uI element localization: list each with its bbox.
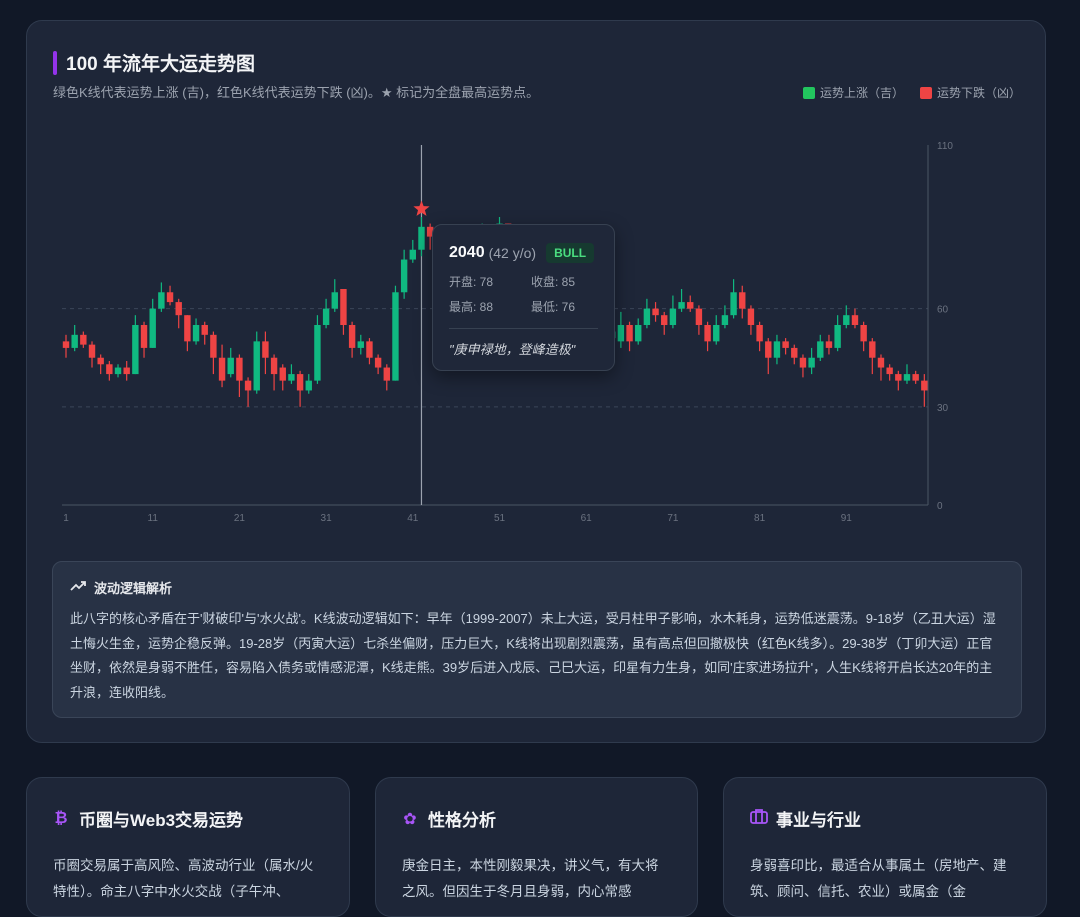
personality-card-text: 庚金日主，本性刚毅果决，讲义气，有大将之风。但因生于冬月且身弱，内心常感 [402, 853, 671, 905]
title-accent-bar [53, 51, 57, 75]
tooltip-quote: "庚申禄地，登峰造极" [449, 339, 598, 358]
career-card-title: 事业与行业 [776, 806, 861, 831]
legend-up-label: 运势上涨（吉） [820, 86, 904, 100]
tooltip-close: 收盘: 85 [531, 273, 613, 290]
legend-down-label: 运势下跌（凶） [937, 86, 1021, 100]
chart-card: 100 年流年大运走势图 绿色K线代表运势上涨 (吉)，红色K线代表运势下跌 (… [26, 20, 1046, 743]
tooltip-divider [449, 328, 598, 329]
tooltip-age: (42 y/o) [489, 245, 536, 261]
analysis-title: 波动逻辑解析 [70, 578, 1004, 597]
trending-up-icon [70, 580, 86, 595]
crypto-card: ₿ 币圈与Web3交易运势 币圈交易属于高风险、高波动行业（属水/火特性）。命主八… [26, 777, 350, 917]
career-card-text: 身弱喜印比，最适合从事属土（房地产、建筑、顾问、信托、农业）或属金（金 [750, 853, 1020, 905]
tooltip-year: 2040 [449, 244, 485, 262]
chart-subtitle: 绿色K线代表运势上涨 (吉)，红色K线代表运势下跌 (凶)。★ 标记为全盘最高运… [53, 82, 539, 101]
briefcase-icon [750, 808, 766, 829]
title-text: 100 年流年大运走势图 [66, 49, 255, 76]
tooltip-badge: BULL [546, 243, 594, 263]
legend-up-swatch [803, 87, 815, 99]
tooltip-open: 开盘: 78 [449, 273, 531, 290]
career-card: 事业与行业 身弱喜印比，最适合从事属土（房地产、建筑、顾问、信托、农业）或属金（… [723, 777, 1047, 917]
crypto-card-text: 币圈交易属于高风险、高波动行业（属水/火特性）。命主八字中水火交战（子午冲、 [53, 853, 323, 905]
crypto-card-title: 币圈与Web3交易运势 [79, 806, 243, 831]
legend-down[interactable]: 运势下跌（凶） [920, 84, 1021, 101]
personality-card: ✿ 性格分析 庚金日主，本性刚毅果决，讲义气，有大将之风。但因生于冬月且身弱，内心… [375, 777, 698, 917]
chart-legend: 运势上涨（吉） 运势下跌（凶） [803, 84, 1021, 101]
personality-card-title: 性格分析 [428, 806, 496, 831]
brain-icon: ✿ [402, 809, 418, 829]
chart-title: 100 年流年大运走势图 [53, 49, 255, 76]
legend-down-swatch [920, 87, 932, 99]
bitcoin-icon: ₿ [53, 810, 69, 828]
tooltip-low: 最低: 76 [531, 298, 613, 315]
analysis-text: 此八字的核心矛盾在于'财破印'与'水火战'。K线波动逻辑如下：早年（1999-2… [70, 607, 1004, 705]
legend-up[interactable]: 运势上涨（吉） [803, 84, 904, 101]
analysis-title-text: 波动逻辑解析 [94, 578, 172, 597]
analysis-box: 波动逻辑解析 此八字的核心矛盾在于'财破印'与'水火战'。K线波动逻辑如下：早年… [52, 561, 1022, 718]
tooltip-high: 最高: 88 [449, 298, 531, 315]
candle-tooltip: 2040(42 y/o) BULL 开盘: 78 收盘: 85 最高: 88 最低… [432, 224, 615, 371]
